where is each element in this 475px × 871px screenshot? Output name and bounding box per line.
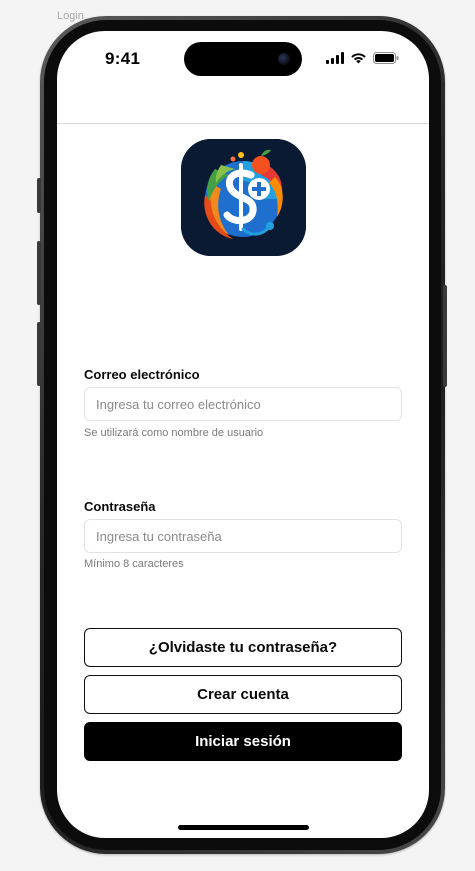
status-time: 9:41 — [105, 49, 141, 68]
health-finance-logo-icon — [181, 139, 306, 256]
power-button — [443, 285, 447, 387]
battery-icon — [373, 52, 399, 64]
password-hint: Mínimo 8 caracteres — [84, 558, 184, 570]
volume-up-button — [37, 241, 41, 305]
front-camera-icon — [278, 53, 290, 65]
header-divider — [57, 123, 429, 124]
dynamic-island — [184, 42, 302, 76]
email-input[interactable] — [84, 387, 402, 421]
email-label: Correo electrónico — [84, 367, 200, 382]
status-bar: 9:41 — [57, 31, 429, 85]
cellular-signal-icon — [326, 52, 344, 64]
login-screen: 9:41 Correo electrónico Ingresa tu corre… — [57, 31, 429, 838]
forgot-password-button[interactable]: ¿Olvidaste tu contraseña? — [84, 628, 402, 667]
app-logo — [181, 139, 306, 256]
silent-switch — [37, 178, 41, 213]
create-account-button[interactable]: Crear cuenta — [84, 675, 402, 714]
volume-down-button — [37, 322, 41, 386]
home-indicator — [178, 825, 309, 830]
password-label: Contraseña — [84, 499, 156, 514]
sign-in-button[interactable]: Iniciar sesión — [84, 722, 402, 761]
status-icons — [326, 52, 399, 64]
email-hint: Se utilizará como nombre de usuario — [84, 427, 264, 439]
wifi-icon — [351, 53, 366, 64]
password-input[interactable] — [84, 519, 402, 553]
